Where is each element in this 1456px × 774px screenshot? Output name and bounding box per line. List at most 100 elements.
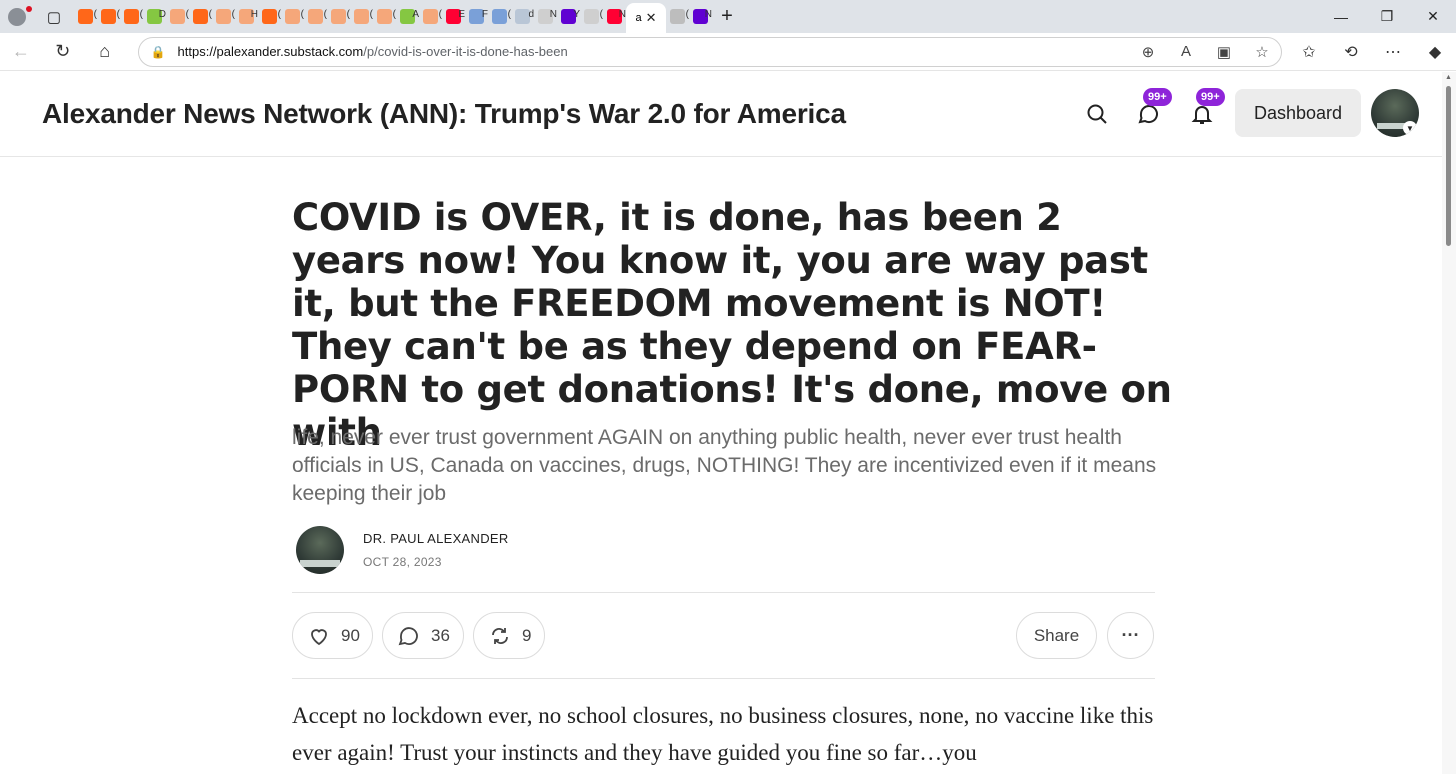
restack-count: 9 [522, 625, 532, 645]
browser-tab[interactable]: N [603, 0, 626, 33]
url-text[interactable]: https://palexander.substack.com/p/covid-… [178, 44, 568, 59]
browser-tab-bar: ▢ (((D(((H((((((A(E F(d N Y(Na ✕(N + — ❐ ✕ [0, 0, 1456, 33]
back-icon[interactable]: ← [0, 33, 42, 71]
browser-tab[interactable]: N [534, 0, 557, 33]
history-icon[interactable]: ⟲ [1330, 33, 1372, 71]
restack-button[interactable]: 9 [473, 612, 545, 659]
scrollbar-thumb[interactable] [1446, 86, 1451, 246]
home-icon[interactable]: ⌂ [84, 33, 126, 71]
post-title: COVID is OVER, it is done, has been 2 ye… [292, 196, 1172, 454]
user-avatar[interactable]: ▼ [1371, 89, 1419, 137]
author-avatar[interactable] [296, 526, 344, 574]
post-date: OCT 28, 2023 [363, 555, 442, 569]
like-button[interactable]: 90 [292, 612, 373, 659]
share-button[interactable]: Share [1016, 612, 1097, 659]
restack-icon [492, 627, 508, 644]
address-toolbar: ← ↻ ⌂ 🔒 https://palexander.substack.com/… [0, 33, 1456, 71]
favorite-star-icon[interactable]: ☆ [1243, 43, 1281, 61]
lock-icon[interactable]: 🔒 [151, 45, 166, 59]
url-path: /p/covid-is-over-it-is-done-has-been [363, 44, 568, 59]
browser-tab[interactable]: N [689, 0, 712, 33]
browser-tab[interactable]: ( [373, 0, 396, 33]
site-header: Alexander News Network (ANN): Trump's Wa… [0, 72, 1442, 157]
dashboard-button[interactable]: Dashboard [1235, 89, 1361, 137]
minimize-icon[interactable]: — [1318, 0, 1364, 33]
active-browser-tab[interactable]: a ✕ [626, 3, 666, 33]
browser-tab[interactable]: ( [74, 0, 97, 33]
immersive-reader-icon[interactable]: ▣ [1205, 43, 1243, 61]
tab-title: H [250, 9, 258, 20]
site-title[interactable]: Alexander News Network (ANN): Trump's Wa… [42, 98, 846, 130]
search-icon[interactable] [1083, 100, 1111, 128]
comment-button[interactable]: 36 [382, 612, 464, 659]
profile-icon[interactable] [0, 0, 34, 33]
chevron-down-icon[interactable]: ▼ [1403, 121, 1417, 135]
more-tools-icon[interactable]: ⋯ [1372, 33, 1414, 71]
browser-tab[interactable]: ( [212, 0, 235, 33]
comment-icon [398, 626, 418, 645]
browser-tab[interactable]: ( [350, 0, 373, 33]
tab-title: a [635, 12, 642, 24]
refresh-icon[interactable]: ↻ [42, 33, 84, 71]
browser-tab[interactable]: ( [97, 0, 120, 33]
favicon-icon [423, 9, 438, 24]
browser-tab[interactable]: D [143, 0, 166, 33]
bell-icon[interactable]: 99+ [1188, 88, 1225, 128]
browser-tab[interactable]: A [396, 0, 419, 33]
tab-title: N [704, 9, 712, 20]
notification-badge: 99+ [1196, 88, 1225, 106]
browser-tab[interactable]: ( [327, 0, 350, 33]
close-tab-icon[interactable]: ✕ [646, 10, 657, 26]
browser-tab[interactable]: F [465, 0, 488, 33]
browser-tab[interactable]: ( [419, 0, 442, 33]
url-host: https://palexander.substack.com [177, 44, 364, 59]
favicon-icon [78, 9, 93, 24]
address-bar[interactable]: 🔒 https://palexander.substack.com/p/covi… [137, 36, 1282, 67]
chat-icon[interactable]: 99+ [1135, 88, 1172, 128]
browser-tab[interactable]: ( [258, 0, 281, 33]
browser-tab[interactable]: ( [166, 0, 189, 33]
zoom-icon[interactable]: ⊕ [1129, 43, 1167, 61]
favicon-icon [193, 9, 208, 24]
browser-tab[interactable]: E [442, 0, 465, 33]
author-name[interactable]: DR. PAUL ALEXANDER [363, 531, 509, 546]
tab-actions-icon[interactable]: ▢ [34, 0, 74, 33]
post-subtitle: life, never ever trust government AGAIN … [292, 426, 1157, 505]
browser-tab[interactable]: Y [557, 0, 580, 33]
new-tab-button[interactable]: + [712, 0, 742, 33]
close-window-icon[interactable]: ✕ [1410, 0, 1456, 33]
browser-tab[interactable]: H [235, 0, 258, 33]
restore-icon[interactable]: ❐ [1364, 0, 1410, 33]
post-body: Accept no lockdown ever, no school closu… [292, 703, 1154, 765]
scrollbar[interactable]: ▲ [1442, 72, 1456, 774]
tab-title: N [549, 9, 557, 20]
divider [292, 592, 1155, 593]
browser-tab[interactable]: ( [120, 0, 143, 33]
read-aloud-icon[interactable]: A [1167, 43, 1205, 61]
browser-tab[interactable]: ( [189, 0, 212, 33]
favicon-icon [216, 9, 231, 24]
browser-tab[interactable]: ( [281, 0, 304, 33]
favicon-icon [354, 9, 369, 24]
tab-title: Y [573, 9, 580, 20]
browser-tab[interactable]: ( [304, 0, 327, 33]
favicon-icon [101, 9, 116, 24]
more-options-icon[interactable]: ··· [1107, 612, 1154, 659]
browser-tab[interactable]: d [511, 0, 534, 33]
tab-strip: (((D(((H((((((A(E F(d N Y(Na ✕(N [74, 0, 712, 33]
browser-tab[interactable]: ( [580, 0, 603, 33]
scroll-up-icon[interactable]: ▲ [1445, 74, 1452, 81]
copilot-icon[interactable]: ◆ [1414, 33, 1456, 71]
browser-tab[interactable]: ( [666, 0, 689, 33]
comment-count: 36 [431, 625, 450, 645]
favicon-icon [308, 9, 323, 24]
favicon-icon [492, 9, 507, 24]
favorites-icon[interactable]: ✩ [1288, 33, 1330, 71]
favicon-icon [124, 9, 139, 24]
heart-icon [311, 628, 327, 645]
favicon-icon [331, 9, 346, 24]
favicon-icon [285, 9, 300, 24]
tab-title: A [412, 9, 419, 20]
favicon-icon [377, 9, 392, 24]
browser-tab[interactable]: ( [488, 0, 511, 33]
